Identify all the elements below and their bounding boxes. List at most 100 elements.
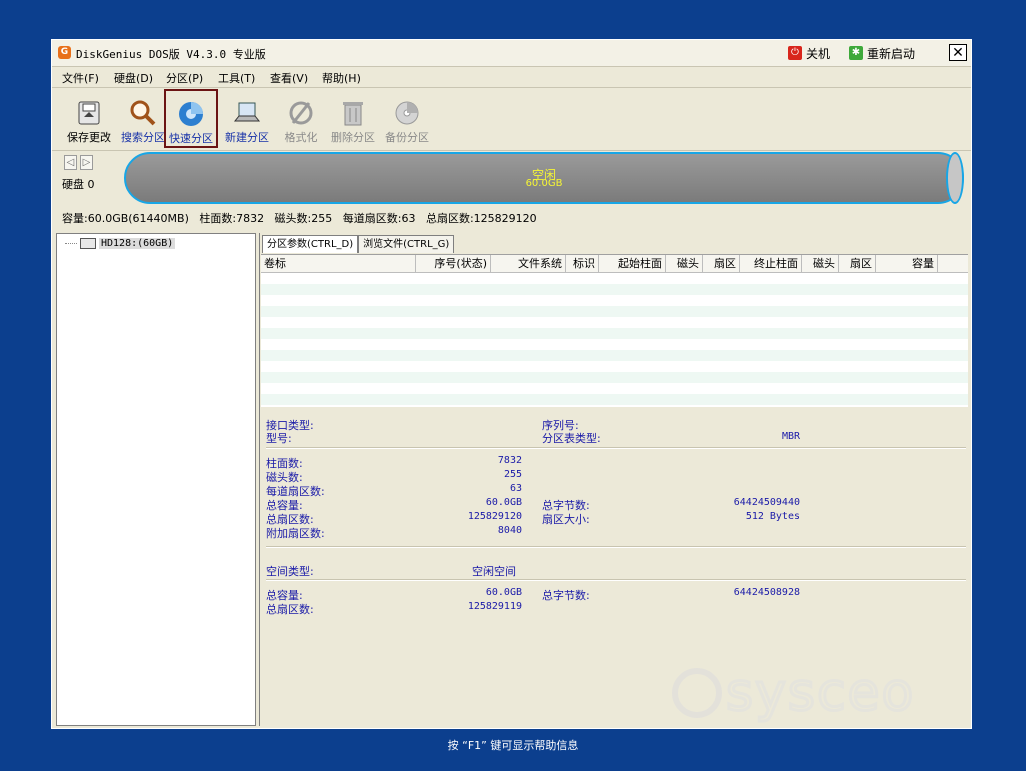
free-bytes-label: 总字节数: xyxy=(542,589,590,602)
sysceo-watermark: sysceo xyxy=(672,660,982,726)
delete-partition-button[interactable]: 删除分区 xyxy=(326,96,380,146)
power-off-label: 关机 xyxy=(806,46,831,61)
column-header[interactable]: 起始柱面 xyxy=(599,255,666,272)
total-sectors-value: 125829120 xyxy=(467,511,522,522)
power-icon: ⏻ xyxy=(788,46,802,60)
cylinders-value: 7832 xyxy=(497,455,522,466)
save-changes-button[interactable]: 保存更改 xyxy=(62,96,116,146)
column-header[interactable]: 卷标 xyxy=(261,255,416,272)
menu-view[interactable]: 查看(V) xyxy=(270,70,308,86)
menu-help[interactable]: 帮助(H) xyxy=(322,70,361,86)
trash-icon xyxy=(339,99,367,127)
extra-sectors-label: 附加扇区数: xyxy=(266,527,325,540)
delete-partition-label: 删除分区 xyxy=(331,131,375,144)
next-disk-button[interactable]: ▷ xyxy=(80,155,93,170)
sectors-per-track-value: 63 xyxy=(509,483,522,494)
app-logo-icon: G xyxy=(58,46,71,59)
partition-table-body xyxy=(261,273,968,405)
title-bar: G DiskGenius DOS版 V4.3.0 专业版 ⏻ 关机 ✱ 重新启动… xyxy=(52,40,971,67)
column-header[interactable]: 文件系统 xyxy=(491,255,566,272)
column-header[interactable]: 标识 xyxy=(566,255,599,272)
table-row xyxy=(261,273,968,284)
divider xyxy=(266,546,966,548)
table-row xyxy=(261,339,968,350)
window-title: DiskGenius DOS版 V4.3.0 专业版 xyxy=(76,48,266,61)
tree-node-hd128[interactable]: HD128:(60GB) xyxy=(65,238,176,249)
menu-partition[interactable]: 分区(P) xyxy=(166,70,203,86)
search-partition-label: 搜索分区 xyxy=(121,131,165,144)
disk-label: 硬盘 0 xyxy=(62,178,95,191)
tab-partition-params[interactable]: 分区参数(CTRL_D) xyxy=(262,235,359,253)
restart-button[interactable]: ✱ 重新启动 xyxy=(849,44,915,62)
menu-tools[interactable]: 工具(T) xyxy=(218,70,255,86)
partition-table: 卷标 序号(状态) 文件系统 标识 起始柱面 磁头 扇区 终止柱面 磁头 扇区 容量 xyxy=(261,254,968,407)
table-row xyxy=(261,394,968,405)
column-header[interactable]: 容量 xyxy=(876,255,938,272)
free-space-size: 60.0GB xyxy=(525,178,563,189)
heads-value: 255 xyxy=(503,469,522,480)
column-header[interactable]: 终止柱面 xyxy=(740,255,802,272)
backup-disc-icon xyxy=(393,99,421,127)
column-header[interactable]: 序号(状态) xyxy=(416,255,491,272)
format-button[interactable]: 格式化 xyxy=(274,96,328,146)
sector-size-value: 512 Bytes xyxy=(745,511,800,522)
divider xyxy=(266,447,966,449)
prev-disk-button[interactable]: ◁ xyxy=(64,155,77,170)
disk-nav: ◁ ▷ xyxy=(64,155,93,170)
table-row xyxy=(261,295,968,306)
free-bytes-value: 64424508928 xyxy=(733,587,800,598)
table-row xyxy=(261,361,968,372)
partition-table-type-value: MBR xyxy=(781,431,800,442)
partition-table-type-label: 分区表类型: xyxy=(542,432,601,445)
watermark-logo-icon xyxy=(672,668,722,718)
disk-info-line: 容量:60.0GB(61440MB) 柱面数:7832 磁头数:255 每道扇区… xyxy=(62,212,537,225)
total-capacity-value: 60.0GB xyxy=(485,497,522,508)
right-pane: 分区参数(CTRL_D) 浏览文件(CTRL_G) 卷标 序号(状态) 文件系统 标识… xyxy=(259,233,969,726)
column-header[interactable]: 磁头 xyxy=(666,255,703,272)
menu-disk[interactable]: 硬盘(D) xyxy=(114,70,153,86)
space-type-label: 空间类型: xyxy=(266,565,314,578)
tab-browse-files[interactable]: 浏览文件(CTRL_G) xyxy=(358,235,455,253)
backup-partition-label: 备份分区 xyxy=(385,131,429,144)
toolbar: 保存更改 搜索分区 快速分区 新建分区 格式化 删除分区 备份分区 xyxy=(52,88,971,151)
hard-disk-icon xyxy=(80,238,96,249)
menu-file[interactable]: 文件(F) xyxy=(62,70,99,86)
free-capacity-value: 60.0GB xyxy=(485,587,522,598)
divider xyxy=(266,579,966,581)
close-button[interactable]: ✕ xyxy=(949,44,967,61)
column-header[interactable]: 扇区 xyxy=(839,255,876,272)
quick-partition-label: 快速分区 xyxy=(169,132,213,145)
restart-label: 重新启动 xyxy=(867,46,916,61)
menu-bar: 文件(F) 硬盘(D) 分区(P) 工具(T) 查看(V) 帮助(H) xyxy=(52,67,971,88)
column-header[interactable]: 扇区 xyxy=(703,255,740,272)
table-row xyxy=(261,284,968,295)
power-off-button[interactable]: ⏻ 关机 xyxy=(788,44,830,62)
search-partition-button[interactable]: 搜索分区 xyxy=(116,96,170,146)
quick-partition-icon xyxy=(177,100,205,128)
quick-partition-button[interactable]: 快速分区 xyxy=(164,89,218,148)
table-row xyxy=(261,350,968,361)
free-space-bar[interactable]: 空闲 60.0GB xyxy=(124,152,964,204)
restart-icon: ✱ xyxy=(849,46,863,60)
new-partition-button[interactable]: 新建分区 xyxy=(220,96,274,146)
table-row xyxy=(261,372,968,383)
model-label: 型号: xyxy=(266,432,292,445)
save-disk-icon xyxy=(75,99,103,127)
disk-map: ◁ ▷ 硬盘 0 空闲 60.0GB xyxy=(52,150,971,208)
tree-line xyxy=(65,243,77,244)
sector-size-label: 扇区大小: xyxy=(542,513,590,526)
free-sectors-label: 总扇区数: xyxy=(266,603,314,616)
save-changes-label: 保存更改 xyxy=(67,131,111,144)
space-type-value: 空闲空间 xyxy=(472,565,516,578)
backup-partition-button[interactable]: 备份分区 xyxy=(380,96,434,146)
laptop-icon xyxy=(233,99,261,127)
status-help-text: 按 “F1” 键可显示帮助信息 xyxy=(447,739,579,752)
tree-node-label: HD128:(60GB) xyxy=(99,238,176,249)
free-sectors-value: 125829119 xyxy=(467,601,522,612)
table-row xyxy=(261,317,968,328)
total-bytes-value: 64424509440 xyxy=(733,497,800,508)
diskgenius-window: G DiskGenius DOS版 V4.3.0 专业版 ⏻ 关机 ✱ 重新启动… xyxy=(51,39,972,729)
format-label: 格式化 xyxy=(284,131,318,144)
partition-table-header: 卷标 序号(状态) 文件系统 标识 起始柱面 磁头 扇区 终止柱面 磁头 扇区 容量 xyxy=(261,255,968,273)
column-header[interactable]: 磁头 xyxy=(802,255,839,272)
